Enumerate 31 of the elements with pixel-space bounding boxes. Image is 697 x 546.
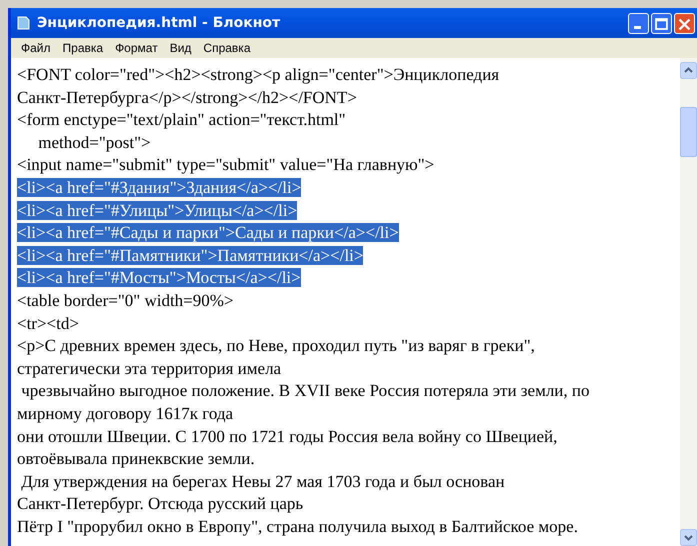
menu-item[interactable]: Правка: [56, 41, 110, 55]
code-line: <tr><td>: [17, 314, 79, 333]
code-line: Санкт-Петербурга</p></strong></h2></FONT>: [17, 88, 357, 107]
scroll-down-icon[interactable]: [680, 529, 697, 546]
code-line: <FONT color="red"><h2><strong><p align="center">Энциклопедия: [17, 65, 500, 84]
menu-item[interactable]: Вид: [164, 41, 198, 55]
code-line: <p>С древних времен здесь, по Неве, проходил путь "из варяг в греки",: [17, 336, 535, 356]
minimize-icon: [634, 26, 641, 28]
menu-item[interactable]: Справка: [197, 41, 256, 55]
code-line: method="post">: [37, 132, 151, 152]
scroll-thumb[interactable]: [680, 107, 697, 157]
code-line: чрезвычайно выгодное положение. В XVII веке Россия потеряла эти земли, по: [20, 381, 590, 400]
scroll-up-icon[interactable]: [680, 62, 697, 79]
menu-item[interactable]: Формат: [109, 41, 164, 55]
code-line: овтоёвывала принеквские земли.: [17, 449, 255, 468]
window-title: Энциклопедия.html - Блокнот: [37, 15, 282, 31]
code-line: <form enctype="text/plain" action="текст.html": [17, 110, 346, 130]
code-line: мирному договору 1617к года: [17, 404, 234, 423]
notepad-icon: [15, 15, 31, 31]
code-line: Санкт-Петербург. Отсюда русский царь: [17, 494, 304, 514]
close-button[interactable]: [674, 12, 695, 34]
code-line: они отошли Швеции. С 1700 по 1721 годы Россия вела войну со Швецией,: [17, 426, 558, 446]
maximize-button[interactable]: [651, 12, 672, 34]
scrollbar[interactable]: [680, 58, 697, 546]
minimize-button[interactable]: [628, 12, 649, 34]
code-line: стратегически эта территория имела: [17, 358, 282, 378]
code-line: <table border="0" width=90%>: [17, 290, 234, 310]
code-line: <input name="submit" type="submit" value="На главную">: [17, 155, 434, 174]
code-line: Для утверждения на берегах Невы 27 мая 1703 года и был основан: [20, 472, 505, 491]
code-line: Пётр I "прорубил окно в Европу", страна получила выход в Балтийское море.: [17, 516, 578, 536]
menu-item[interactable]: Файл: [15, 41, 57, 55]
